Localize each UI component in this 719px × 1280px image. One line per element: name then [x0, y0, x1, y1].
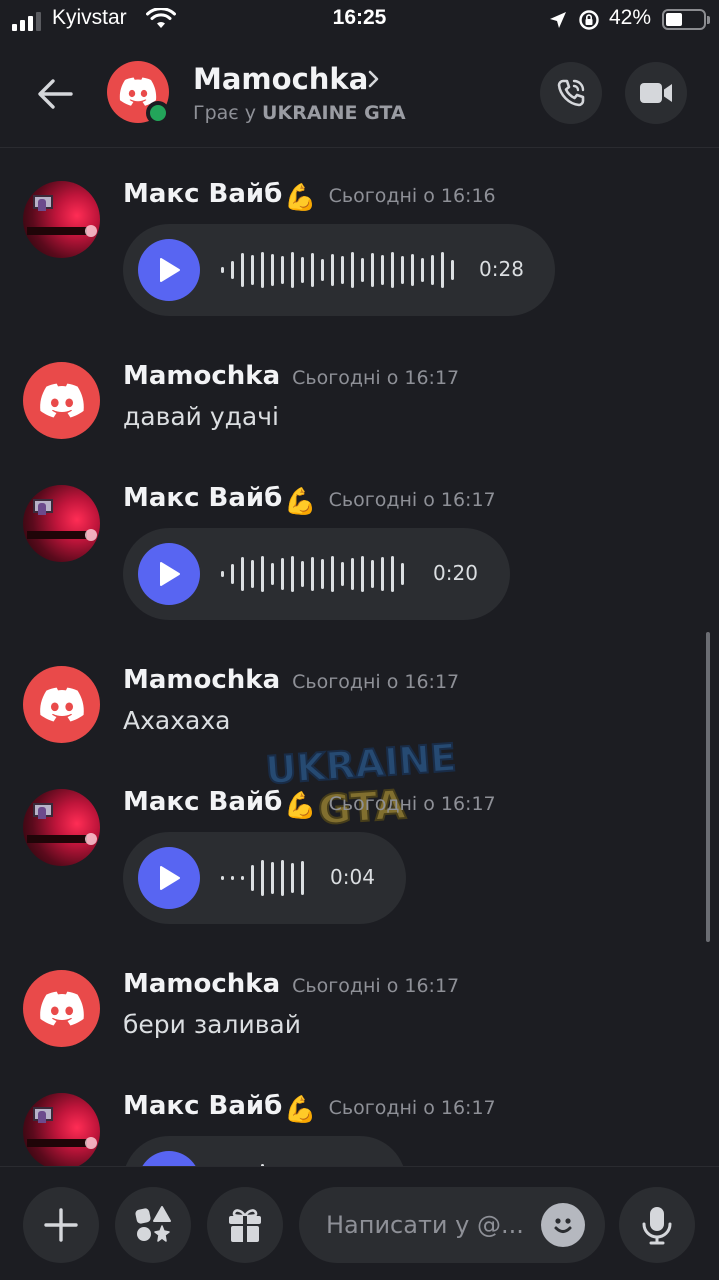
audio-waveform[interactable] [221, 252, 454, 288]
video-call-button[interactable] [625, 62, 687, 124]
message-timestamp: Сьогодні о 16:17 [328, 489, 496, 511]
discord-logo-icon [39, 991, 84, 1026]
message-text: Ахахаха [123, 706, 231, 735]
voice-duration: 0:28 [479, 257, 524, 281]
avatar[interactable] [23, 1093, 100, 1166]
message-author[interactable]: Макс Вайб [123, 1091, 282, 1121]
message-timestamp: Сьогодні о 16:17 [328, 1097, 496, 1119]
battery-icon [662, 9, 710, 30]
message-timestamp: Сьогодні о 16:17 [292, 671, 460, 693]
play-icon [160, 866, 180, 890]
message-item[interactable]: Макс Вайб💪 Сьогодні о 16:17 0:20 [0, 481, 719, 631]
orientation-lock-icon [579, 10, 599, 30]
activity-status: Грає у UKRAINE GTA [193, 102, 406, 124]
avatar[interactable] [23, 485, 100, 562]
audio-waveform[interactable] [221, 860, 304, 896]
message-item[interactable]: Макс Вайб💪 Сьогодні о 16:17 [0, 1089, 719, 1166]
message-author[interactable]: Mamochka [123, 969, 280, 999]
discord-logo-icon [39, 383, 84, 418]
emoji-icon [554, 1218, 572, 1233]
message-item[interactable]: Mamochka Сьогодні о 16:17 Ахахаха [0, 663, 719, 753]
microphone-icon [642, 1207, 672, 1245]
plus-icon [44, 1208, 78, 1242]
play-button[interactable] [138, 1151, 200, 1166]
apps-button[interactable] [115, 1187, 191, 1263]
gift-button[interactable] [207, 1187, 283, 1263]
voice-message[interactable] [123, 1136, 406, 1166]
voice-call-button[interactable] [540, 62, 602, 124]
message-author[interactable]: Макс Вайб [123, 483, 282, 513]
message-item[interactable]: Макс Вайб💪 Сьогодні о 16:16 0:28 [0, 177, 719, 327]
message-item[interactable]: Mamochka Сьогодні о 16:17 давай удачі [0, 359, 719, 449]
online-status-indicator [146, 101, 170, 125]
play-icon [160, 258, 180, 282]
voice-message[interactable]: 0:20 [123, 528, 510, 620]
flexed-biceps-icon: 💪 [284, 183, 317, 213]
voice-duration: 0:04 [330, 865, 375, 889]
add-attachment-button[interactable] [23, 1187, 99, 1263]
avatar[interactable] [23, 789, 100, 866]
phone-icon [557, 79, 585, 107]
voice-message[interactable]: 0:28 [123, 224, 555, 316]
message-composer: Написати у @... [0, 1166, 719, 1280]
message-item[interactable]: Макс Вайб💪 Сьогодні о 16:17 0:04 [0, 785, 719, 935]
apps-icon [135, 1206, 171, 1242]
activity-game: UKRAINE GTA [262, 102, 406, 124]
play-button[interactable] [138, 847, 200, 909]
avatar[interactable] [23, 970, 100, 1047]
chevron-right-icon[interactable] [368, 70, 380, 88]
message-list[interactable]: Макс Вайб💪 Сьогодні о 16:16 0:28 Mamochka… [0, 149, 719, 1166]
audio-waveform[interactable] [221, 556, 404, 592]
arrow-left-icon [38, 79, 73, 109]
status-bar: Kyivstar 16:25 42% [0, 0, 719, 44]
scrollbar[interactable] [706, 632, 710, 942]
voice-record-button[interactable] [619, 1187, 695, 1263]
message-text: бери заливай [123, 1010, 302, 1039]
flexed-biceps-icon: 💪 [284, 487, 317, 517]
message-input[interactable]: Написати у @... [299, 1187, 605, 1263]
avatar[interactable] [23, 362, 100, 439]
avatar[interactable] [23, 181, 100, 258]
avatar[interactable] [23, 666, 100, 743]
message-input-placeholder: Написати у @... [326, 1211, 524, 1239]
message-timestamp: Сьогодні о 16:17 [328, 793, 496, 815]
message-timestamp: Сьогодні о 16:17 [292, 367, 460, 389]
location-arrow-icon [550, 12, 566, 28]
emoji-button[interactable] [541, 1203, 585, 1247]
flexed-biceps-icon: 💪 [284, 791, 317, 821]
message-author[interactable]: Mamochka [123, 665, 280, 695]
message-author[interactable]: Mamochka [123, 361, 280, 391]
activity-prefix: Грає у [193, 102, 263, 124]
message-author[interactable]: Макс Вайб [123, 179, 282, 209]
back-button[interactable] [30, 72, 80, 116]
battery-percent: 42% [609, 6, 652, 29]
flexed-biceps-icon: 💪 [284, 1095, 317, 1125]
voice-message[interactable]: 0:04 [123, 832, 406, 924]
message-item[interactable]: Mamochka Сьогодні о 16:17 бери заливай [0, 967, 719, 1057]
video-camera-icon [640, 83, 672, 103]
channel-title[interactable]: Mamochka [193, 62, 368, 96]
play-button[interactable] [138, 543, 200, 605]
play-icon [160, 562, 180, 586]
voice-duration: 0:20 [433, 561, 478, 585]
gift-icon [229, 1209, 261, 1242]
message-timestamp: Сьогодні о 16:16 [328, 185, 496, 207]
message-text: давай удачі [123, 402, 279, 431]
discord-logo-icon [39, 687, 84, 722]
message-timestamp: Сьогодні о 16:17 [292, 975, 460, 997]
play-button[interactable] [138, 239, 200, 301]
channel-header: Mamochka Грає у UKRAINE GTA [0, 44, 719, 148]
message-author[interactable]: Макс Вайб [123, 787, 282, 817]
